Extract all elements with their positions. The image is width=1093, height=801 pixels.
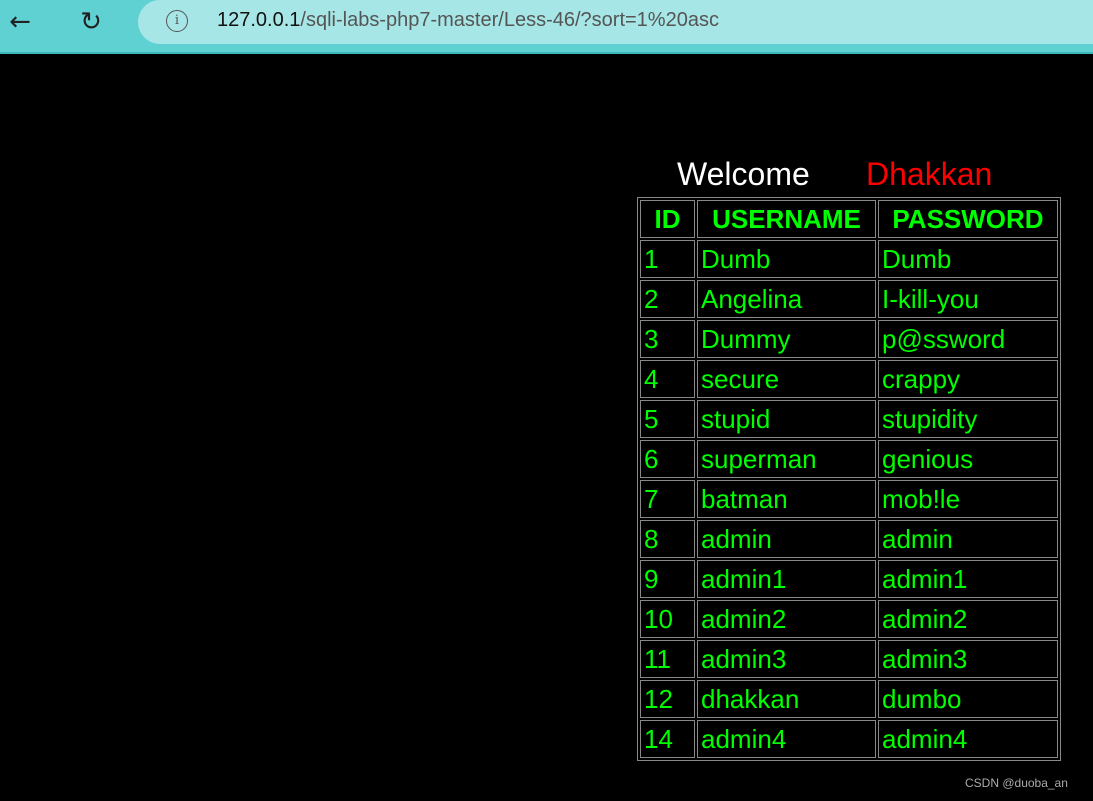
table-cell: admin2 (878, 600, 1058, 638)
table-cell: 1 (640, 240, 695, 278)
table-cell: mob!le (878, 480, 1058, 518)
users-table: ID USERNAME PASSWORD 1 Dumb Dumb 2 Angelina I-ki… (637, 197, 1061, 761)
column-header: USERNAME (697, 200, 876, 238)
table-row: 9 admin1 admin1 (640, 560, 1058, 598)
table-cell: Dumb (697, 240, 876, 278)
column-header: ID (640, 200, 695, 238)
table-cell: stupidity (878, 400, 1058, 438)
table-cell: genious (878, 440, 1058, 478)
table-cell: admin3 (878, 640, 1058, 678)
table-cell: dumbo (878, 680, 1058, 718)
table-row: 10 admin2 admin2 (640, 600, 1058, 638)
table-cell: 3 (640, 320, 695, 358)
table-cell: batman (697, 480, 876, 518)
welcome-text: Welcome (677, 156, 810, 192)
user-name: Dhakkan (866, 156, 993, 192)
table-row: 1 Dumb Dumb (640, 240, 1058, 278)
table-cell: I-kill-you (878, 280, 1058, 318)
table-row: 7 batman mob!le (640, 480, 1058, 518)
watermark: CSDN @duoba_an (965, 776, 1068, 790)
table-cell: admin2 (697, 600, 876, 638)
table-cell: Dumb (878, 240, 1058, 278)
table-cell: crappy (878, 360, 1058, 398)
table-cell: secure (697, 360, 876, 398)
table-cell: dhakkan (697, 680, 876, 718)
table-cell: Dummy (697, 320, 876, 358)
table-cell: 10 (640, 600, 695, 638)
table-cell: admin3 (697, 640, 876, 678)
table-cell: superman (697, 440, 876, 478)
url-text[interactable]: 127.0.0.1/sqli-labs-php7-master/Less-46/… (217, 9, 719, 32)
table-row: 5 stupid stupidity (640, 400, 1058, 438)
table-cell: 2 (640, 280, 695, 318)
table-cell: 9 (640, 560, 695, 598)
table-cell: 4 (640, 360, 695, 398)
table-cell: admin1 (697, 560, 876, 598)
table-cell: 5 (640, 400, 695, 438)
table-row: 12 dhakkan dumbo (640, 680, 1058, 718)
table-row: 4 secure crappy (640, 360, 1058, 398)
browser-toolbar: ← ↻ i 127.0.0.1/sqli-labs-php7-master/Le… (0, 0, 1093, 54)
table-row: 3 Dummy p@ssword (640, 320, 1058, 358)
table-cell: 14 (640, 720, 695, 758)
table-cell: 12 (640, 680, 695, 718)
table-row: 2 Angelina I-kill-you (640, 280, 1058, 318)
address-bar[interactable]: i 127.0.0.1/sqli-labs-php7-master/Less-4… (138, 0, 1093, 44)
reload-icon[interactable]: ↻ (73, 6, 109, 38)
table-cell: Angelina (697, 280, 876, 318)
table-row: 11 admin3 admin3 (640, 640, 1058, 678)
table-row: 6 superman genious (640, 440, 1058, 478)
table-cell: 11 (640, 640, 695, 678)
back-arrow-icon[interactable]: ← (2, 6, 38, 38)
table-cell: admin (697, 520, 876, 558)
table-row: 8 admin admin (640, 520, 1058, 558)
table-cell: stupid (697, 400, 876, 438)
table-cell: p@ssword (878, 320, 1058, 358)
table-row: 14 admin4 admin4 (640, 720, 1058, 758)
column-header: PASSWORD (878, 200, 1058, 238)
table-cell: 6 (640, 440, 695, 478)
table-cell: admin1 (878, 560, 1058, 598)
table-cell: admin (878, 520, 1058, 558)
table-cell: 7 (640, 480, 695, 518)
table-cell: admin4 (697, 720, 876, 758)
table-cell: admin4 (878, 720, 1058, 758)
table-cell: 8 (640, 520, 695, 558)
info-icon[interactable]: i (166, 10, 188, 32)
